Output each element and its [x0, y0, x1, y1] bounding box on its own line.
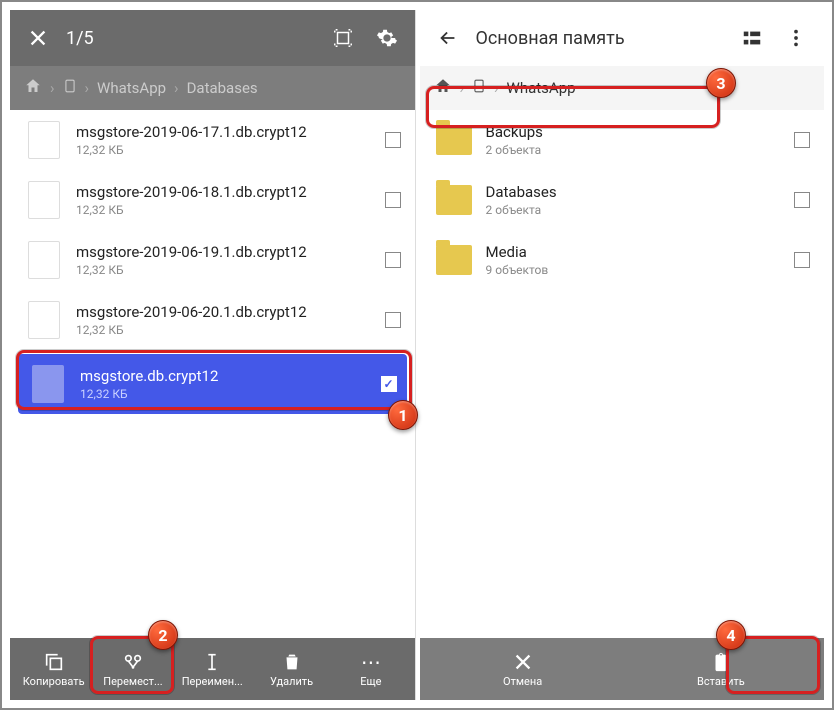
chevron-right-icon: ›: [50, 79, 55, 97]
close-icon[interactable]: [22, 22, 54, 54]
gear-icon[interactable]: [371, 22, 403, 54]
delete-button[interactable]: Удалить: [252, 645, 331, 694]
badge-3: 3: [706, 68, 736, 98]
folder-name: Media: [486, 243, 783, 261]
list-item[interactable]: Backups 2 объекта: [420, 110, 825, 170]
move-label: Перемест...: [103, 675, 162, 688]
file-size: 12,32 КБ: [80, 387, 369, 401]
pane-selection: 1/5 › › WhatsApp › Databases msgstore-20…: [10, 10, 416, 700]
list-item-selected[interactable]: msgstore.db.crypt12 12,32 КБ ✓: [18, 354, 407, 414]
folder-name: Databases: [486, 183, 783, 201]
rename-label: Переимен...: [182, 675, 243, 688]
file-name: msgstore.db.crypt12: [80, 367, 369, 385]
list-item[interactable]: Databases 2 объекта: [420, 170, 825, 230]
folder-name: Backups: [486, 123, 783, 141]
home-icon[interactable]: [434, 77, 452, 99]
view-list-icon[interactable]: [736, 22, 768, 54]
file-icon: [24, 180, 64, 220]
file-icon: [24, 240, 64, 280]
file-icon: [24, 120, 64, 160]
pane-destination: Основная память › › WhatsApp Backups 2 об…: [420, 10, 825, 700]
file-icon: [24, 300, 64, 340]
folder-icon: [434, 240, 474, 280]
folder-meta: 2 объекта: [486, 143, 783, 157]
file-size: 12,32 КБ: [76, 143, 373, 157]
back-icon[interactable]: [432, 22, 464, 54]
file-size: 12,32 КБ: [76, 263, 373, 277]
cancel-label: Отмена: [503, 675, 542, 688]
list-item[interactable]: msgstore-2019-06-20.1.db.crypt12 12,32 КБ: [10, 290, 415, 350]
list-item[interactable]: msgstore-2019-06-17.1.db.crypt12 12,32 КБ: [10, 110, 415, 170]
move-button[interactable]: Перемест...: [93, 645, 172, 694]
topbar-destination: Основная память: [420, 10, 825, 66]
checkbox[interactable]: [385, 192, 401, 208]
menu-dots-icon[interactable]: [780, 22, 812, 54]
file-name: msgstore-2019-06-17.1.db.crypt12: [76, 123, 373, 141]
home-icon[interactable]: [24, 77, 42, 99]
topbar-selection: 1/5: [10, 10, 415, 66]
chevron-right-icon: ›: [174, 79, 179, 97]
select-all-icon[interactable]: [327, 22, 359, 54]
checkbox-checked[interactable]: ✓: [381, 376, 397, 392]
more-label: Еще: [360, 675, 381, 688]
checkbox[interactable]: [385, 252, 401, 268]
file-icon: [28, 364, 68, 404]
bottombar-right: Отмена Вставить: [420, 638, 825, 700]
badge-2: 2: [148, 620, 178, 650]
checkbox[interactable]: [385, 132, 401, 148]
file-name: msgstore-2019-06-20.1.db.crypt12: [76, 303, 373, 321]
rename-button[interactable]: Переимен...: [173, 645, 252, 694]
checkbox[interactable]: [385, 312, 401, 328]
device-icon[interactable]: [472, 77, 486, 99]
checkbox[interactable]: [794, 132, 810, 148]
file-name: msgstore-2019-06-18.1.db.crypt12: [76, 183, 373, 201]
crumb-databases[interactable]: Databases: [187, 79, 258, 97]
dots-icon: ⋯: [360, 651, 382, 673]
folder-icon: [434, 120, 474, 160]
chevron-right-icon: ›: [460, 79, 465, 97]
crumb-whatsapp[interactable]: WhatsApp: [97, 79, 166, 97]
checkbox[interactable]: [794, 252, 810, 268]
checkbox[interactable]: [794, 192, 810, 208]
file-name: msgstore-2019-06-19.1.db.crypt12: [76, 243, 373, 261]
file-size: 12,32 КБ: [76, 203, 373, 217]
page-title: Основная память: [476, 28, 725, 49]
badge-1: 1: [388, 400, 418, 430]
badge-4: 4: [716, 620, 746, 650]
paste-button[interactable]: Вставить: [622, 645, 820, 694]
copy-button[interactable]: Копировать: [14, 645, 93, 694]
selection-counter: 1/5: [66, 28, 315, 49]
cancel-button[interactable]: Отмена: [424, 645, 622, 694]
breadcrumb-right[interactable]: › › WhatsApp: [420, 66, 825, 110]
device-icon[interactable]: [63, 77, 77, 99]
file-list: msgstore-2019-06-17.1.db.crypt12 12,32 КБ…: [10, 110, 415, 638]
paste-label: Вставить: [697, 675, 745, 688]
list-item[interactable]: msgstore-2019-06-19.1.db.crypt12 12,32 КБ: [10, 230, 415, 290]
delete-label: Удалить: [270, 675, 313, 688]
folder-meta: 9 объектов: [486, 263, 783, 277]
folder-meta: 2 объекта: [486, 203, 783, 217]
bottombar-left: Копировать Перемест... Переимен... Удали…: [10, 638, 415, 700]
chevron-right-icon: ›: [494, 79, 499, 97]
chevron-right-icon: ›: [85, 79, 90, 97]
file-size: 12,32 КБ: [76, 323, 373, 337]
folder-icon: [434, 180, 474, 220]
crumb-whatsapp[interactable]: WhatsApp: [507, 79, 576, 97]
breadcrumb-left[interactable]: › › WhatsApp › Databases: [10, 66, 415, 110]
list-item[interactable]: msgstore-2019-06-18.1.db.crypt12 12,32 КБ: [10, 170, 415, 230]
folder-list: Backups 2 объекта Databases 2 объекта Medi…: [420, 110, 825, 638]
more-button[interactable]: ⋯ Еще: [331, 645, 410, 694]
copy-label: Копировать: [23, 675, 85, 688]
list-item[interactable]: Media 9 объектов: [420, 230, 825, 290]
